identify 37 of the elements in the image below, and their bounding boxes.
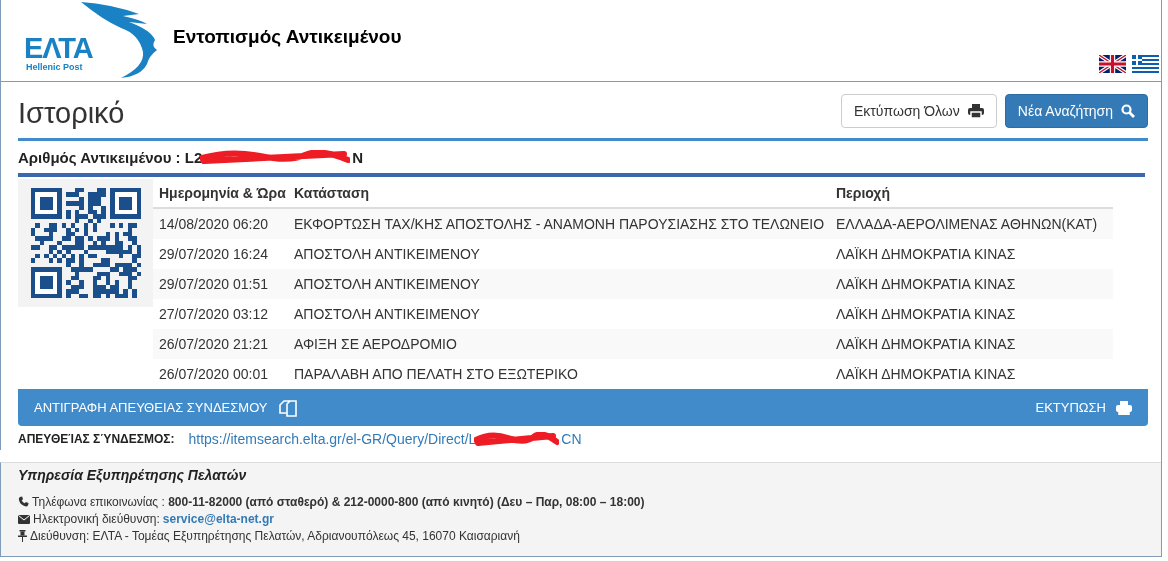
table-cell: ΛΑΪΚΗ ΔΗΜΟΚΡΑΤΙΑ ΚΙΝΑΣ [830, 359, 1113, 389]
table-cell: 26/07/2020 21:21 [153, 329, 288, 359]
footer-title: Υπηρεσία Εξυπηρέτησης Πελατών [18, 467, 248, 483]
elta-logo[interactable]: ΕΛΤΑ Hellenic Post [21, 0, 161, 80]
table-cell: ΑΠΟΣΤΟΛΗ ΑΝΤΙΚΕΙΜΕΝΟΥ [288, 299, 830, 329]
logo-text: ΕΛΤΑ [24, 32, 93, 64]
direct-link[interactable]: https://itemsearch.elta.gr/el-GR/Query/Direct/L [188, 431, 477, 447]
table-cell: ΛΑΪΚΗ ΔΗΜΟΚΡΑΤΙΑ ΚΙΝΑΣ [830, 269, 1113, 299]
table-cell: ΛΑΪΚΗ ΔΗΜΟΚΡΑΤΙΑ ΚΙΝΑΣ [830, 239, 1113, 269]
contact-text: Ηλεκτρονική διεύθυνση: [33, 511, 160, 526]
item-number-suffix: N [352, 148, 364, 166]
email-link[interactable]: service@elta-net.gr [162, 511, 274, 526]
contact-text: Διεύθυνση: ΕΛΤΑ - Τομέας Εξυπηρέτησης Πελατών, Αδριανουπόλεως 45, 16070 Καισαριανή [30, 528, 520, 543]
new-search-button[interactable]: Νέα Αναζήτηση [1004, 94, 1148, 128]
direct-link-end[interactable]: CN [561, 431, 582, 447]
contact-text: Τηλέφωνα επικοινωνίας : 800-11-82000 (από σταθερό) & 212-0000-800 (από κινητό) (Δευ – Παρ, 08:00 – 18:00) [32, 494, 645, 509]
section-heading: Ιστορικό [18, 96, 125, 130]
table-cell: ΕΚΦΟΡΤΩΣΗ ΤΑΧ/ΚΗΣ ΑΠΟΣΤΟΛΗΣ - ΑΝΑΜΟΝΗ ΠΑΡΟΥΣΙΑΣΗΣ ΣΤΟ ΤΕΛΩΝΕΙΟ [288, 208, 830, 239]
table-cell: ΛΑΪΚΗ ΔΗΜΟΚΡΑΤΙΑ ΚΙΝΑΣ [830, 299, 1113, 329]
page-title: Εντοπισμός Αντικειμένου [173, 26, 402, 49]
table-cell: ΠΑΡΑΛΑΒΗ ΑΠΟ ΠΕΛΑΤΗ ΣΤΟ ΕΞΩΤΕΡΙΚΟ [288, 359, 830, 389]
table-cell: 14/08/2020 06:20 [153, 208, 288, 239]
copy-link-button[interactable]: ΑΝΤΙΓΡΑΦΗ ΑΠΕΥΘΕΙΑΣ ΣΥΝΔΕΣΜΟΥ [34, 398, 298, 417]
logo-subtitle: Hellenic Post [26, 62, 83, 72]
table-cell: 26/07/2020 00:01 [153, 359, 288, 389]
print-all-button[interactable]: Εκτύπωση Όλων [841, 94, 997, 128]
table-cell: ΑΠΟΣΤΟΛΗ ΑΝΤΙΚΕΙΜΕΝΟΥ [288, 269, 830, 299]
table-cell: 27/07/2020 03:12 [153, 299, 288, 329]
print-button[interactable]: ΕΚΤΥΠΩΣΗ [1035, 400, 1132, 415]
direct-link-label: ΑΠΕΥΘΕΊΑΣ ΣΎΝΔΕΣΜΟΣ: [18, 432, 175, 446]
table-cell: ΛΑΪΚΗ ΔΗΜΟΚΡΑΤΙΑ ΚΙΝΑΣ [830, 329, 1113, 359]
table-cell: 29/07/2020 16:24 [153, 239, 288, 269]
table-cell: ΕΛΛΑΔΑ-ΑΕΡΟΛΙΜΕΝΑΣ ΑΘΗΝΩΝ(ΚΑΤ) [830, 208, 1113, 239]
item-number-label: Αριθμός Αντικειμένου : L2 [18, 148, 203, 166]
table-cell: ΑΠΟΣΤΟΛΗ ΑΝΤΙΚΕΙΜΕΝΟΥ [288, 239, 830, 269]
table-cell: ΑΦΙΞΗ ΣΕ ΑΕΡΟΔΡΟΜΙΟ [288, 329, 830, 359]
table-cell: 29/07/2020 01:51 [153, 269, 288, 299]
